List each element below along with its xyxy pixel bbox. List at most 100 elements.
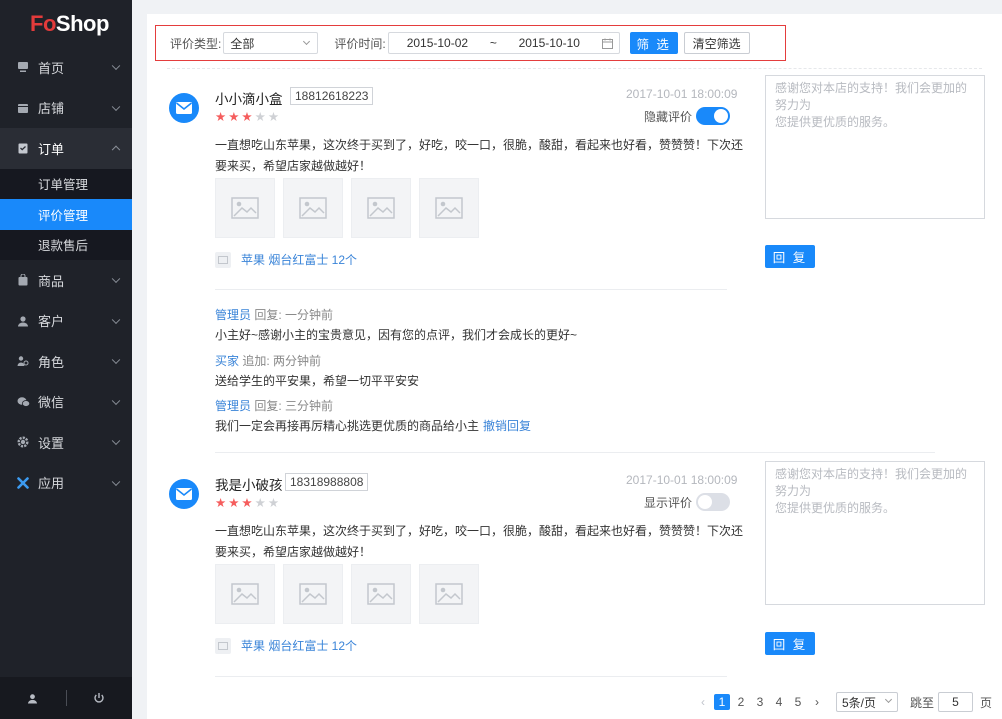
- power-icon: [94, 693, 104, 703]
- sidebar-item-products[interactable]: 商品: [0, 260, 132, 301]
- product-thumb-icon: [215, 637, 231, 654]
- product-name: 苹果 烟台红富士 12个: [241, 639, 358, 653]
- review-bottom-divider: [215, 676, 727, 677]
- chevron-down-icon: [111, 477, 121, 486]
- avatar[interactable]: [169, 479, 199, 509]
- reply-author[interactable]: 管理员: [215, 399, 251, 413]
- monitor-icon: [18, 62, 28, 73]
- jump-page-input[interactable]: 5: [938, 692, 974, 712]
- profile-button[interactable]: [0, 677, 66, 719]
- page-2[interactable]: 2: [733, 694, 749, 710]
- page-3[interactable]: 3: [752, 694, 768, 710]
- clear-filter-button[interactable]: 清空筛选: [683, 32, 750, 54]
- filter-button[interactable]: 筛 选: [629, 32, 678, 54]
- chevron-down-icon: [303, 37, 311, 46]
- date-range-picker[interactable]: 2015-10-02 ~ 2015-10-10: [387, 32, 620, 54]
- filter-bar: 评价类型: 全部 评价时间: 2015-10-02 ~ 2015-10-10 筛…: [155, 25, 786, 61]
- sidebar-item-label: 商品: [38, 273, 65, 289]
- clipboard-icon: [18, 143, 28, 154]
- visibility-toggle-group: 隐藏评价: [644, 107, 731, 125]
- user-icon: [18, 316, 28, 327]
- sidebar-subitem-refund[interactable]: 退款售后: [0, 229, 132, 260]
- reply-message: 小主好~感谢小主的宝贵意见，因有您的点评，我们才会成长的更好~: [215, 328, 578, 342]
- sidebar-item-label: 微信: [38, 395, 65, 411]
- product-link[interactable]: 苹果 烟台红富士 12个: [215, 251, 357, 268]
- image-placeholder-icon[interactable]: [215, 178, 275, 238]
- header-divider: [167, 68, 982, 69]
- sidebar-item-apps[interactable]: 应用: [0, 463, 132, 504]
- rating-stars: ★★★★★: [215, 110, 282, 124]
- toggle-label: 隐藏评价: [644, 109, 693, 124]
- pagination: ‹ 1 2 3 4 5 › 5条/页 跳至 5 页: [695, 692, 992, 712]
- chevron-up-icon: [111, 145, 121, 155]
- chevron-down-icon: [111, 315, 121, 324]
- sidebar-item-store[interactable]: 店铺: [0, 88, 132, 129]
- reviewer-name: 我是小破孩: [215, 478, 283, 493]
- image-placeholder-icon[interactable]: [283, 178, 343, 238]
- reviewer-phone: 18318988808: [285, 473, 369, 491]
- product-link[interactable]: 苹果 烟台红富士 12个: [215, 637, 357, 654]
- sidebar-subitem-review-manage[interactable]: 评价管理: [0, 199, 132, 230]
- next-page-button[interactable]: ›: [809, 694, 825, 710]
- image-placeholder-icon[interactable]: [283, 564, 343, 624]
- prev-page-button[interactable]: ‹: [695, 694, 711, 710]
- reply-entry: 买家 追加: 两分钟前 送给学生的平安果，希望一切平平安安: [215, 354, 420, 388]
- page-1[interactable]: 1: [714, 694, 730, 710]
- image-placeholder-icon[interactable]: [419, 564, 479, 624]
- time-filter-label: 评价时间:: [334, 36, 386, 51]
- sidebar: Fo Shop 首页 店铺 订单 订单管理 评价管理 退款售后 商品 客户 角色 …: [0, 0, 132, 719]
- reply-textarea[interactable]: 感谢您对本店的支持！我们会更加的努力为 您提供更优质的服务。: [765, 75, 985, 219]
- reply-textarea[interactable]: 感谢您对本店的支持！我们会更加的努力为 您提供更优质的服务。: [765, 461, 985, 605]
- page-5[interactable]: 5: [790, 694, 806, 710]
- conversation-divider: [215, 289, 727, 290]
- sidebar-item-settings[interactable]: 设置: [0, 422, 132, 463]
- chevron-down-icon: [111, 355, 121, 365]
- sidebar-item-orders[interactable]: 订单: [0, 128, 132, 169]
- logo-shop: Shop: [55, 10, 110, 36]
- chevron-down-icon: [111, 61, 121, 71]
- reply-button[interactable]: 回 复: [765, 245, 815, 268]
- avatar[interactable]: [169, 93, 199, 123]
- type-select[interactable]: 全部: [223, 32, 319, 54]
- bag-icon: [18, 274, 28, 286]
- mail-icon: [176, 102, 192, 114]
- sidebar-item-label: 店铺: [38, 101, 65, 117]
- reply-button[interactable]: 回 复: [765, 632, 815, 655]
- sidebar-item-wechat[interactable]: 微信: [0, 382, 132, 423]
- review-divider: [215, 452, 935, 453]
- revoke-reply-link[interactable]: 撤销回复: [483, 419, 531, 433]
- reply-author[interactable]: 管理员: [215, 308, 251, 322]
- mail-icon: [176, 488, 192, 500]
- rating-stars: ★★★★★: [215, 496, 282, 510]
- logo[interactable]: Fo Shop: [0, 0, 132, 47]
- sidebar-item-customers[interactable]: 客户: [0, 301, 132, 342]
- sidebar-item-label: 客户: [38, 314, 65, 330]
- show-review-toggle[interactable]: [696, 493, 731, 511]
- review-time: 2017-10-01 18:00:09: [626, 87, 738, 101]
- sidebar-subitem-order-manage[interactable]: 订单管理: [0, 168, 132, 199]
- sidebar-item-roles[interactable]: 角色: [0, 341, 132, 382]
- image-placeholder-icon[interactable]: [215, 564, 275, 624]
- sidebar-item-home[interactable]: 首页: [0, 47, 132, 88]
- page-size-select[interactable]: 5条/页: [836, 692, 898, 712]
- sidebar-item-label: 订单: [38, 141, 65, 157]
- type-select-value: 全部: [230, 36, 255, 51]
- chevron-down-icon: [884, 695, 893, 704]
- sidebar-item-label: 应用: [38, 476, 65, 492]
- hide-review-toggle[interactable]: [696, 107, 731, 125]
- reply-author[interactable]: 买家: [215, 354, 239, 368]
- wechat-icon: [17, 397, 30, 407]
- reply-message: 我们一定会再接再厉精心挑选更优质的商品给小主 撤销回复: [215, 419, 532, 433]
- review-images: [215, 564, 479, 624]
- reply-entry: 管理员 回复: 三分钟前 我们一定会再接再厉精心挑选更优质的商品给小主 撤销回复: [215, 399, 532, 433]
- visibility-toggle-group: 显示评价: [644, 493, 731, 511]
- sidebar-item-label: 设置: [38, 435, 65, 451]
- date-to: 2015-10-10: [518, 36, 580, 50]
- image-placeholder-icon[interactable]: [419, 178, 479, 238]
- image-placeholder-icon[interactable]: [351, 178, 411, 238]
- reply-message: 送给学生的平安果，希望一切平平安安: [215, 374, 420, 388]
- image-placeholder-icon[interactable]: [351, 564, 411, 624]
- page-4[interactable]: 4: [771, 694, 787, 710]
- review-time: 2017-10-01 18:00:09: [626, 473, 738, 487]
- logout-button[interactable]: [67, 677, 133, 719]
